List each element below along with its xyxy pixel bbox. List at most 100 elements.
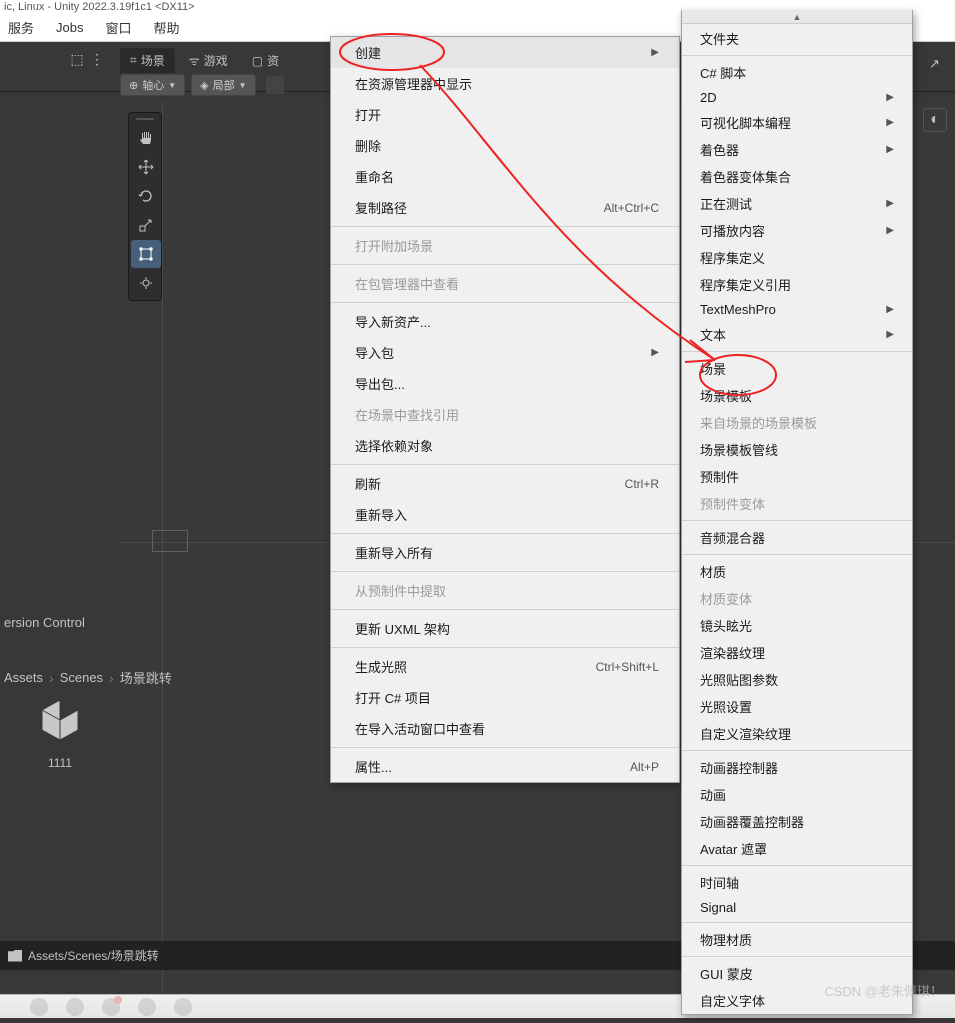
local-dropdown[interactable]: ◈局部▼ — [191, 74, 255, 96]
menu-window[interactable]: 窗口 — [105, 18, 131, 37]
submenu-item[interactable]: 自定义字体 — [682, 987, 912, 1014]
submenu-item[interactable]: 预制件 — [682, 463, 912, 490]
rotate-tool[interactable] — [131, 182, 161, 210]
menu-item[interactable]: 重命名 — [331, 161, 679, 192]
submenu-item[interactable]: GUI 蒙皮 — [682, 960, 912, 987]
submenu-item[interactable]: 程序集定义引用 — [682, 271, 912, 298]
menu-item[interactable]: 重新导入 — [331, 499, 679, 530]
menu-separator — [331, 647, 679, 648]
more-icon[interactable]: ⋮ — [90, 52, 104, 66]
submenu-item[interactable]: 音频混合器 — [682, 524, 912, 551]
collapse-icon[interactable]: ↗ — [929, 56, 945, 72]
menu-separator — [331, 302, 679, 303]
asset-scene-item[interactable]: 1111 — [20, 692, 100, 770]
submenu-item[interactable]: 材质 — [682, 558, 912, 585]
submenu-item[interactable]: 动画器控制器 — [682, 754, 912, 781]
submenu-item[interactable]: Avatar 遮罩 — [682, 835, 912, 862]
2d-toggle[interactable]: ◐ — [923, 108, 947, 132]
menu-item[interactable]: 导入新资产... — [331, 306, 679, 337]
chevron-right-icon: ▶ — [651, 347, 659, 358]
menu-item[interactable]: 复制路径Alt+Ctrl+C — [331, 192, 679, 223]
menu-item-label: 属性... — [355, 757, 392, 776]
submenu-item[interactable]: 正在测试▶ — [682, 190, 912, 217]
submenu-item[interactable]: 动画 — [682, 781, 912, 808]
submenu-item[interactable]: 光照贴图参数 — [682, 666, 912, 693]
rect-tool[interactable] — [131, 240, 161, 268]
menu-item[interactable]: 更新 UXML 架构 — [331, 613, 679, 644]
menu-item[interactable]: 生成光照Ctrl+Shift+L — [331, 651, 679, 682]
submenu-item[interactable]: 可视化脚本编程▶ — [682, 109, 912, 136]
move-tool[interactable] — [131, 153, 161, 181]
submenu-item[interactable]: TextMeshPro▶ — [682, 298, 912, 321]
submenu-item[interactable]: 光照设置 — [682, 693, 912, 720]
menu-item[interactable]: 重新导入所有 — [331, 537, 679, 568]
submenu-item[interactable]: 着色器▶ — [682, 136, 912, 163]
taskbar-icon[interactable] — [138, 998, 156, 1016]
tab-game[interactable]: ᯤ游戏 — [179, 48, 238, 73]
submenu-item-label: 时间轴 — [700, 873, 739, 892]
pivot-dropdown[interactable]: ⊕轴心▼ — [120, 74, 185, 96]
submenu-item[interactable]: 场景模板 — [682, 382, 912, 409]
lock-icon[interactable]: ⬚ — [70, 52, 84, 66]
palette-grip[interactable] — [131, 115, 159, 123]
submenu-item[interactable]: 场景模板管线 — [682, 436, 912, 463]
taskbar-icon[interactable] — [66, 998, 84, 1016]
submenu-item[interactable]: 可播放内容▶ — [682, 217, 912, 244]
submenu-item-label: TextMeshPro — [700, 302, 776, 317]
submenu-item[interactable]: 渲染器纹理 — [682, 639, 912, 666]
submenu-item[interactable]: 文本▶ — [682, 321, 912, 348]
submenu-item[interactable]: 2D▶ — [682, 86, 912, 109]
menu-item[interactable]: 属性...Alt+P — [331, 751, 679, 782]
taskbar-icon[interactable] — [102, 998, 120, 1016]
submenu-item[interactable]: 文件夹 — [682, 25, 912, 52]
menu-item[interactable]: 在导入活动窗口中查看 — [331, 713, 679, 744]
menu-item[interactable]: 打开 — [331, 99, 679, 130]
submenu-item[interactable]: 程序集定义 — [682, 244, 912, 271]
breadcrumb-seg[interactable]: Assets — [4, 670, 43, 685]
version-control-tab[interactable]: ersion Control — [0, 607, 89, 638]
submenu-item[interactable]: 镜头眩光 — [682, 612, 912, 639]
submenu-item-label: 着色器 — [700, 140, 739, 159]
menu-item[interactable]: 导出包... — [331, 368, 679, 399]
submenu-item[interactable]: C# 脚本 — [682, 59, 912, 86]
transform-tool[interactable] — [131, 269, 161, 297]
grid-toggle[interactable] — [266, 76, 284, 94]
hand-tool[interactable] — [131, 124, 161, 152]
breadcrumb-seg[interactable]: Scenes — [60, 670, 103, 685]
scene-ribbon: ⊕轴心▼ ◈局部▼ — [120, 72, 284, 98]
submenu-item[interactable]: 着色器变体集合 — [682, 163, 912, 190]
submenu-item[interactable]: 时间轴 — [682, 869, 912, 896]
taskbar-icon[interactable] — [174, 998, 192, 1016]
submenu-item[interactable]: 动画器覆盖控制器 — [682, 808, 912, 835]
submenu-item-label: 2D — [700, 90, 717, 105]
menu-item[interactable]: 创建▶ — [331, 37, 679, 68]
submenu-item: 预制件变体 — [682, 490, 912, 517]
scale-tool[interactable] — [131, 211, 161, 239]
submenu-item[interactable]: Signal — [682, 896, 912, 919]
taskbar-icon[interactable] — [30, 998, 48, 1016]
menu-item[interactable]: 打开 C# 项目 — [331, 682, 679, 713]
submenu-item-label: 动画器覆盖控制器 — [700, 812, 804, 831]
menu-help[interactable]: 帮助 — [154, 18, 180, 37]
scroll-up-icon[interactable]: ▲ — [682, 10, 912, 24]
menu-item[interactable]: 导入包 ▶ — [331, 337, 679, 368]
menu-item-label: 导入新资产... — [355, 312, 431, 331]
submenu-item[interactable]: 场景 — [682, 355, 912, 382]
menu-jobs[interactable]: Jobs — [56, 20, 83, 35]
menu-services[interactable]: 服务 — [8, 18, 34, 37]
tab-asset[interactable]: ▢资 — [242, 48, 289, 73]
submenu-item[interactable]: 自定义渲染纹理 — [682, 720, 912, 747]
menu-separator — [682, 956, 912, 957]
menu-item[interactable]: 删除 — [331, 130, 679, 161]
breadcrumb-seg[interactable]: 场景跳转 — [120, 668, 172, 687]
menu-item[interactable]: 刷新Ctrl+R — [331, 468, 679, 499]
submenu-item-label: 可视化脚本编程 — [700, 113, 791, 132]
submenu-item[interactable]: 物理材质 — [682, 926, 912, 953]
submenu-item-label: 场景模板 — [700, 386, 752, 405]
menu-item[interactable]: 选择依赖对象 — [331, 430, 679, 461]
menu-item-label: 刷新 — [355, 474, 381, 493]
menu-item-label: 导入包 — [355, 343, 394, 362]
menu-item[interactable]: 在资源管理器中显示 — [331, 68, 679, 99]
chevron-right-icon: › — [109, 670, 114, 686]
tab-scene[interactable]: ⌗场景 — [120, 48, 175, 73]
